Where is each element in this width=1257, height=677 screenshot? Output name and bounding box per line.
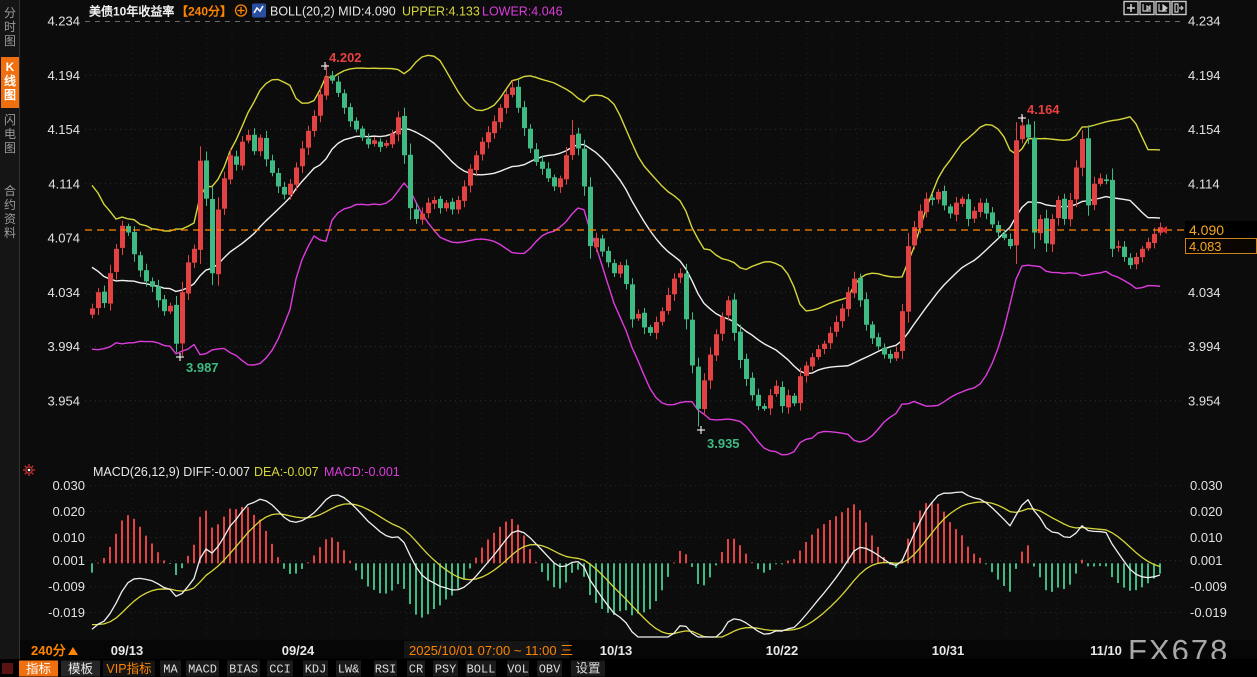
svg-text:4.194: 4.194 xyxy=(47,68,80,83)
svg-text:4.114: 4.114 xyxy=(1188,176,1220,191)
svg-text:线: 线 xyxy=(4,73,16,88)
svg-text:资: 资 xyxy=(4,212,16,226)
svg-text:LW&: LW& xyxy=(338,663,360,677)
svg-text:LOWER:4.046: LOWER:4.046 xyxy=(482,5,563,19)
svg-text:2025/10/01 07:00 ~ 11:00 三: 2025/10/01 07:00 ~ 11:00 三 xyxy=(409,643,573,658)
svg-text:4.194: 4.194 xyxy=(1188,68,1221,83)
svg-text:4.034: 4.034 xyxy=(1188,285,1221,300)
svg-text:时: 时 xyxy=(4,20,16,34)
svg-text:美债10年收益率: 美债10年收益率 xyxy=(89,4,174,19)
svg-text:RSI: RSI xyxy=(375,663,397,677)
svg-text:图: 图 xyxy=(4,34,16,48)
svg-text:11/10: 11/10 xyxy=(1090,643,1122,658)
svg-text:09/13: 09/13 xyxy=(111,643,144,658)
svg-text:约: 约 xyxy=(4,197,16,212)
svg-text:料: 料 xyxy=(4,226,16,240)
svg-text:图: 图 xyxy=(4,88,16,102)
svg-text:4.202: 4.202 xyxy=(329,50,362,65)
svg-text:10/31: 10/31 xyxy=(932,643,965,658)
svg-text:MACD:-0.001: MACD:-0.001 xyxy=(324,465,400,479)
svg-text:09/24: 09/24 xyxy=(282,643,315,658)
svg-text:-0.019: -0.019 xyxy=(48,605,85,620)
svg-text:模板: 模板 xyxy=(68,662,94,676)
svg-text:3.935: 3.935 xyxy=(707,436,740,451)
svg-text:闪: 闪 xyxy=(4,113,16,127)
svg-text:240分: 240分 xyxy=(31,643,66,658)
svg-text:VOL: VOL xyxy=(507,663,529,677)
svg-text:电: 电 xyxy=(4,127,16,141)
svg-text:MACD(26,12,9) DIFF:-0.007: MACD(26,12,9) DIFF:-0.007 xyxy=(93,465,250,479)
svg-text:4.090: 4.090 xyxy=(1189,222,1224,238)
svg-text:DEA:-0.007: DEA:-0.007 xyxy=(254,465,319,479)
svg-text:KDJ: KDJ xyxy=(305,663,327,677)
svg-text:0.010: 0.010 xyxy=(52,530,85,545)
svg-text:3.954: 3.954 xyxy=(1188,393,1221,408)
svg-text:3.994: 3.994 xyxy=(47,339,80,354)
svg-text:0.020: 0.020 xyxy=(1190,504,1223,519)
svg-text:OBV: OBV xyxy=(539,663,561,677)
svg-text:合: 合 xyxy=(4,183,16,198)
svg-text:4.234: 4.234 xyxy=(1188,14,1221,29)
svg-text:0.020: 0.020 xyxy=(52,504,85,519)
svg-text:MACD: MACD xyxy=(188,663,217,677)
svg-text:K: K xyxy=(6,60,15,74)
svg-text:0.030: 0.030 xyxy=(1190,478,1223,493)
svg-text:BOLL: BOLL xyxy=(467,663,496,677)
svg-text:4.234: 4.234 xyxy=(47,14,80,29)
svg-text:0.001: 0.001 xyxy=(1190,553,1223,568)
svg-text:设置: 设置 xyxy=(575,661,600,676)
svg-text:4.083: 4.083 xyxy=(1189,239,1222,254)
svg-text:-0.009: -0.009 xyxy=(48,579,85,594)
svg-text:分: 分 xyxy=(4,6,16,20)
svg-text:3.987: 3.987 xyxy=(186,360,219,375)
svg-text:10/22: 10/22 xyxy=(766,643,799,658)
svg-text:0.001: 0.001 xyxy=(52,553,85,568)
svg-text:指标: 指标 xyxy=(26,661,51,676)
svg-text:4.154: 4.154 xyxy=(47,122,80,137)
svg-text:4.154: 4.154 xyxy=(1188,122,1221,137)
svg-text:4.034: 4.034 xyxy=(47,285,80,300)
svg-text:VIP指标: VIP指标 xyxy=(106,661,151,676)
svg-text:3.954: 3.954 xyxy=(47,393,80,408)
svg-text:PSY: PSY xyxy=(435,663,457,677)
svg-text:-0.009: -0.009 xyxy=(1190,579,1227,594)
svg-text:3.994: 3.994 xyxy=(1188,339,1221,354)
svg-text:4.074: 4.074 xyxy=(47,231,80,246)
svg-text:图: 图 xyxy=(4,141,16,155)
svg-text:10/13: 10/13 xyxy=(600,643,633,658)
svg-text:4.164: 4.164 xyxy=(1027,102,1060,117)
svg-text:CCI: CCI xyxy=(269,663,291,677)
svg-text:UPPER:4.133: UPPER:4.133 xyxy=(402,5,480,19)
svg-text:-0.019: -0.019 xyxy=(1190,605,1227,620)
svg-text:0.010: 0.010 xyxy=(1190,530,1223,545)
svg-text:MA: MA xyxy=(163,663,178,677)
svg-text:CR: CR xyxy=(409,663,423,677)
svg-text:BIAS: BIAS xyxy=(229,663,258,677)
svg-text:【240分】: 【240分】 xyxy=(176,4,232,19)
svg-text:4.114: 4.114 xyxy=(48,176,80,191)
svg-text:BOLL(20,2) MID:4.090: BOLL(20,2) MID:4.090 xyxy=(270,5,396,19)
svg-text:0.030: 0.030 xyxy=(52,478,85,493)
